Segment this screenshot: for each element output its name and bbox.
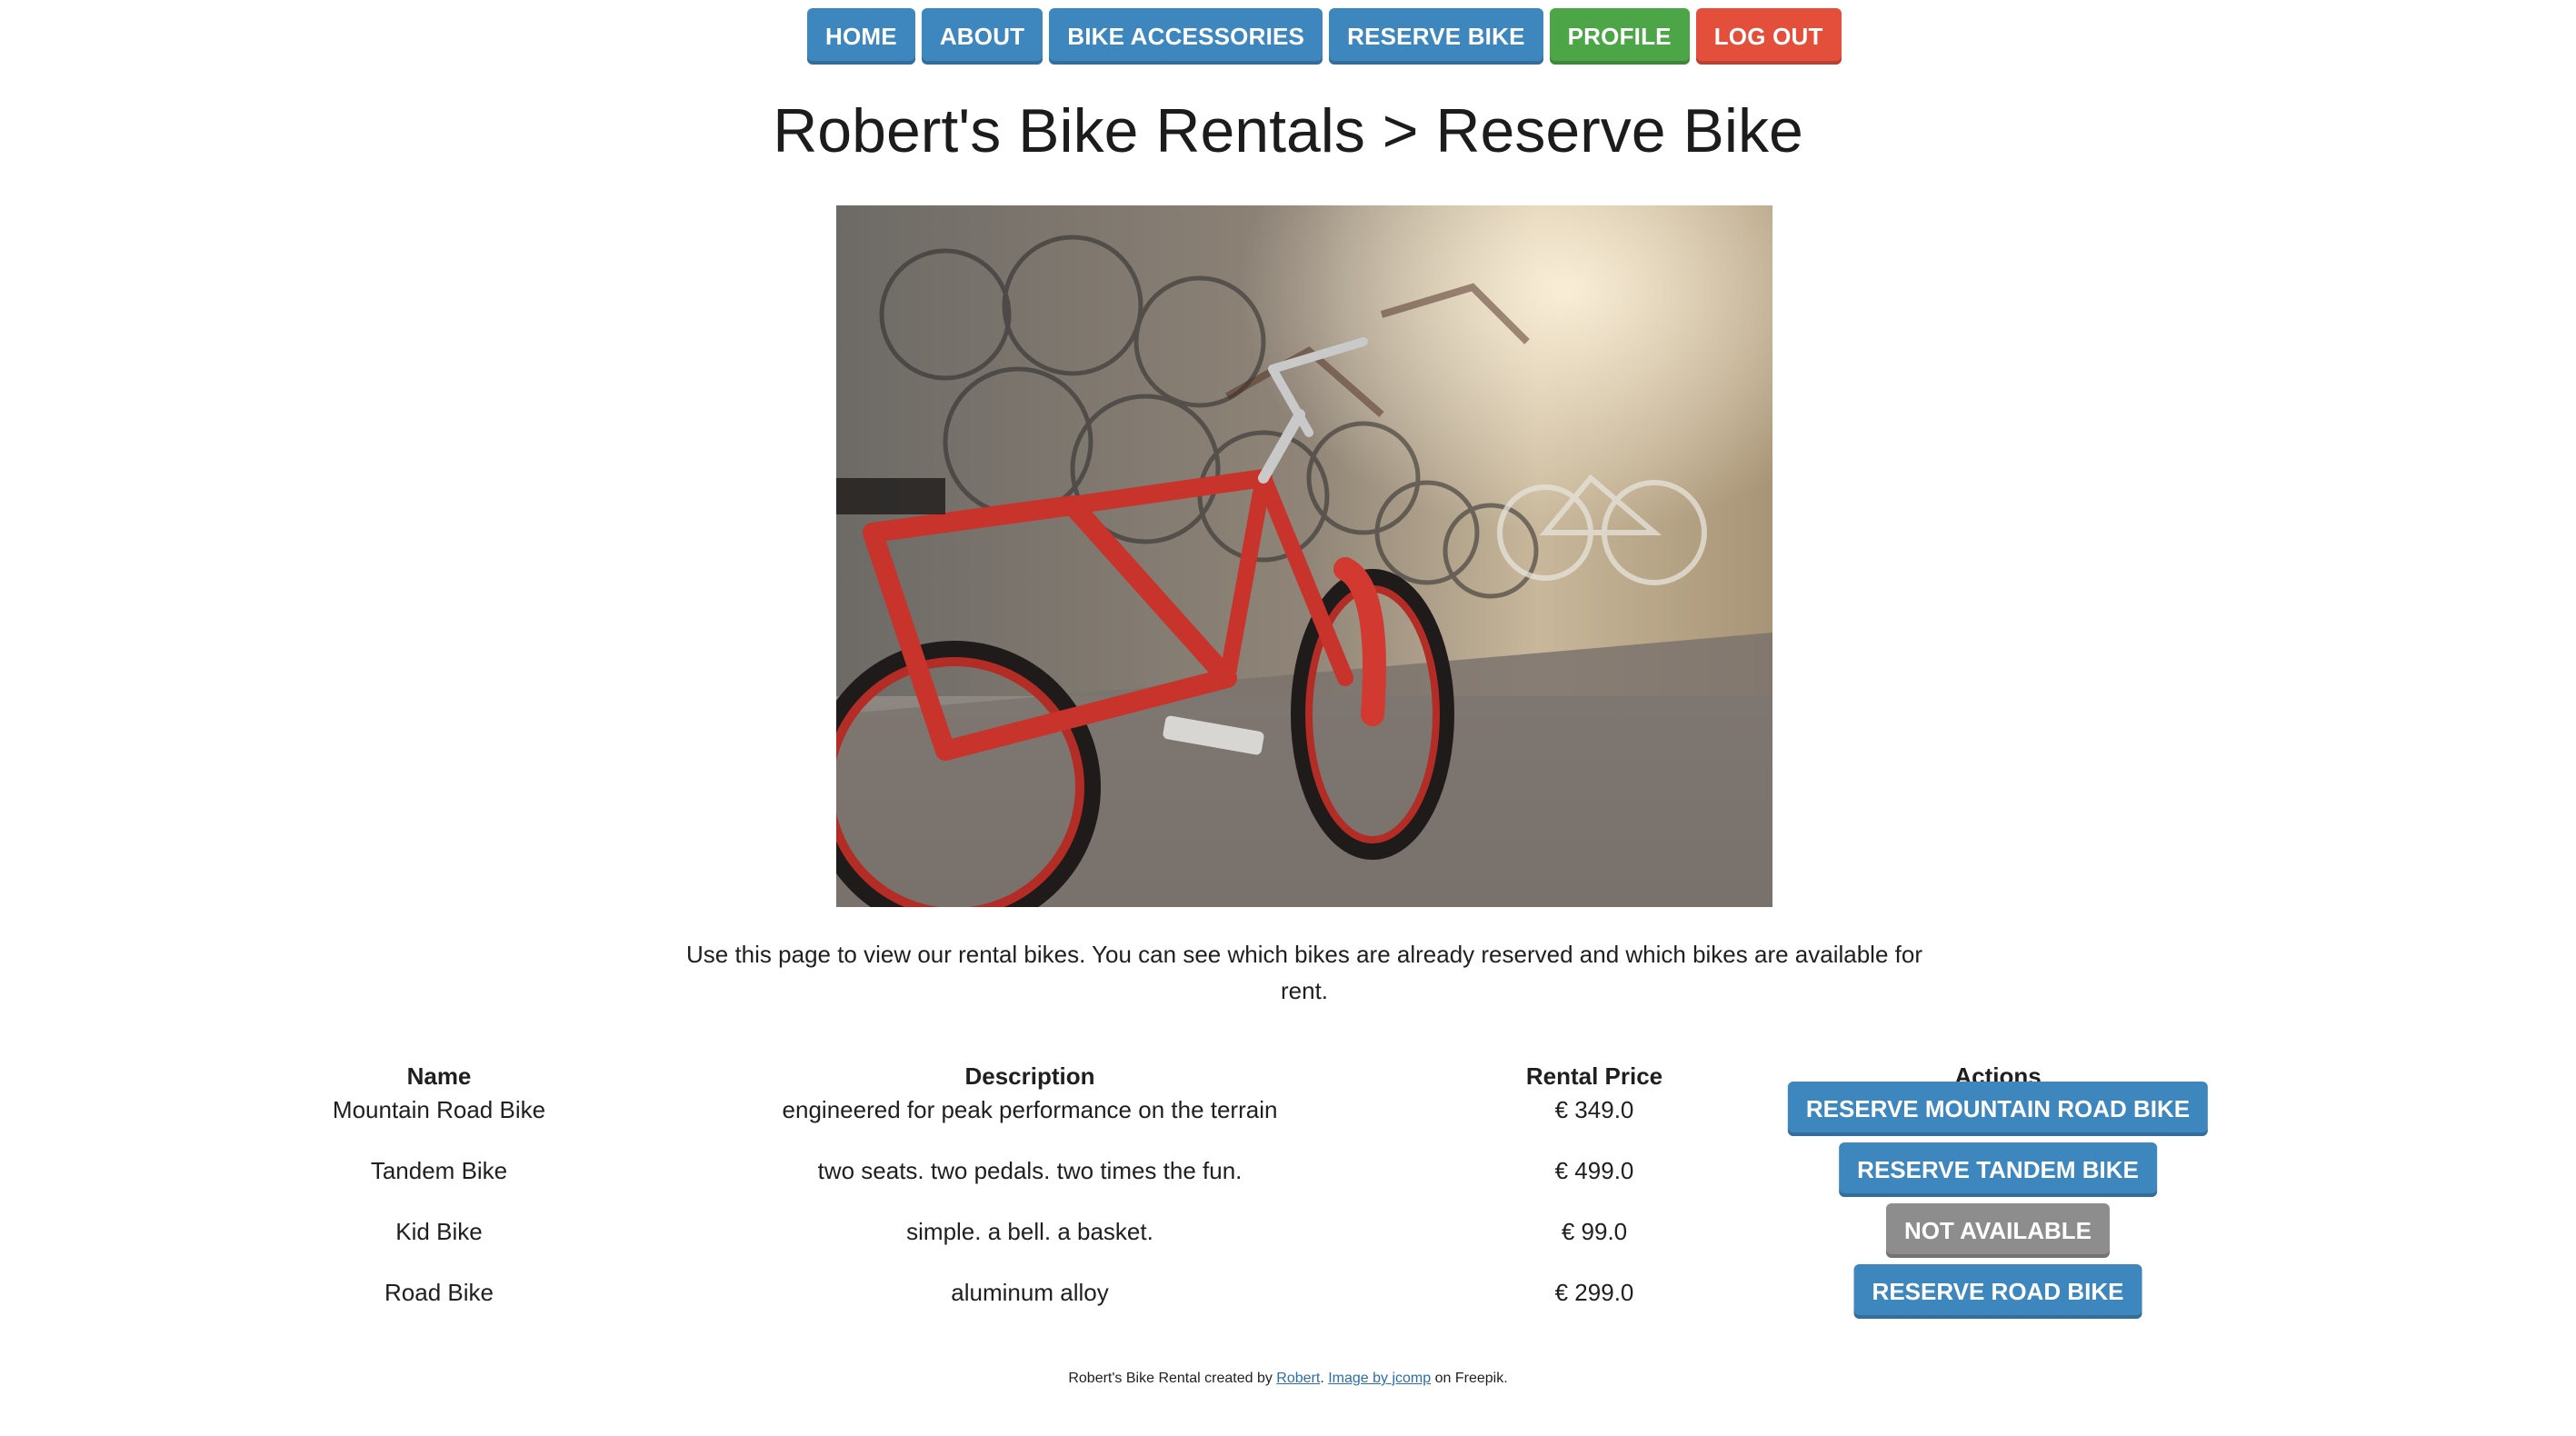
footer-suffix: on Freepik.	[1431, 1371, 1508, 1386]
image-credit-link[interactable]: Image by jcomp	[1328, 1371, 1431, 1386]
footer: Robert's Bike Rental created by Robert. …	[0, 1371, 2576, 1387]
bike-name: Road Bike	[384, 1279, 494, 1306]
author-link[interactable]: Robert	[1276, 1371, 1320, 1386]
bike-price: € 99.0	[1561, 1218, 1628, 1245]
bike-description: engineered for peak performance on the t…	[782, 1096, 1278, 1123]
intro-text: Use this page to view our rental bikes. …	[686, 941, 1922, 1004]
bike-price: € 299.0	[1554, 1279, 1634, 1306]
bike-name: Tandem Bike	[370, 1157, 508, 1184]
reserve-tandem-bike-button[interactable]: RESERVE TANDEM BIKE	[1839, 1142, 2157, 1197]
reserve-bike-page: HOME ABOUT BIKE ACCESSORIES RESERVE BIKE…	[0, 0, 2576, 1436]
bike-description: aluminum alloy	[951, 1279, 1109, 1306]
top-nav: HOME ABOUT BIKE ACCESSORIES RESERVE BIKE…	[807, 8, 1842, 65]
hero-image	[836, 205, 1772, 907]
bike-name: Mountain Road Bike	[332, 1096, 546, 1123]
nav-profile-button[interactable]: PROFILE	[1549, 8, 1690, 65]
footer-prefix: Robert's Bike Rental created by	[1068, 1371, 1277, 1386]
footer-separator: .	[1320, 1371, 1329, 1386]
reserve-mountain-road-bike-button[interactable]: RESERVE MOUNTAIN ROAD BIKE	[1787, 1082, 2209, 1136]
column-header-description: Description	[964, 1062, 1095, 1090]
nav-about-button[interactable]: ABOUT	[921, 8, 1043, 65]
column-header-rental-price: Rental Price	[1525, 1062, 1663, 1090]
bike-description: simple. a bell. a basket.	[906, 1218, 1153, 1245]
not-available-button: NOT AVAILABLE	[1885, 1203, 2111, 1258]
bike-name: Kid Bike	[395, 1218, 483, 1245]
column-header-name: Name	[406, 1062, 472, 1090]
bike-price: € 499.0	[1554, 1157, 1634, 1184]
bike-shop-photo-icon	[836, 205, 1772, 907]
nav-bike-accessories-button[interactable]: BIKE ACCESSORIES	[1049, 8, 1323, 65]
bike-description: two seats. two pedals. two times the fun…	[817, 1157, 1243, 1184]
page-title: Robert's Bike Rentals > Reserve Bike	[773, 96, 1803, 165]
reserve-road-bike-button[interactable]: RESERVE ROAD BIKE	[1853, 1264, 2142, 1319]
nav-home-button[interactable]: HOME	[807, 8, 915, 65]
nav-reserve-bike-button[interactable]: RESERVE BIKE	[1329, 8, 1543, 65]
bike-price: € 349.0	[1554, 1096, 1634, 1123]
nav-logout-button[interactable]: LOG OUT	[1695, 8, 1842, 65]
